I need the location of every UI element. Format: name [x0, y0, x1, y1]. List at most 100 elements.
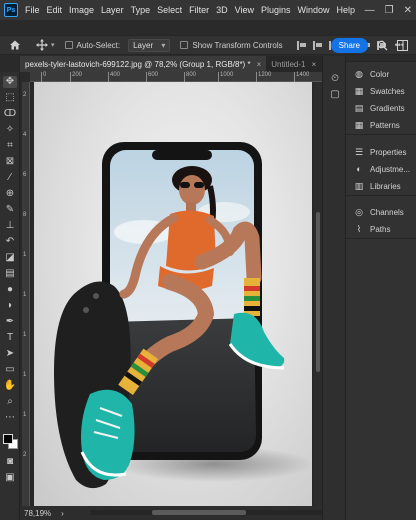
- eraser-tool-icon[interactable]: ◪: [3, 252, 17, 264]
- zoom-level[interactable]: 78,19%: [24, 509, 51, 518]
- maximize-button[interactable]: ❐: [385, 5, 394, 16]
- history-brush-tool-icon[interactable]: ↶: [3, 236, 17, 248]
- menu-image[interactable]: Image: [69, 5, 94, 15]
- menu-plugins[interactable]: Plugins: [261, 5, 291, 15]
- ruler-tick: 1: [23, 252, 27, 258]
- properties-icon: ☰: [354, 147, 364, 157]
- menu-type[interactable]: Type: [131, 5, 151, 15]
- auto-select-box[interactable]: [64, 41, 73, 49]
- auto-select-checkbox[interactable]: Auto-Select:: [64, 40, 121, 50]
- menu-3d[interactable]: 3D: [216, 5, 228, 15]
- minimize-button[interactable]: —: [365, 5, 375, 16]
- path-selection-tool-icon[interactable]: ➤: [3, 348, 17, 360]
- show-transform-label: Show Transform Controls: [192, 40, 283, 50]
- status-bar: 78,19% ›: [20, 506, 326, 520]
- rectangle-tool-icon[interactable]: ▭: [3, 364, 17, 376]
- menu-bar: Ps File Edit Image Layer Type Select Fil…: [0, 0, 416, 20]
- panel-gradients-label: Gradients: [370, 104, 405, 113]
- tab-document-main-label: pexels-tyler-lastovich-699122.jpg @ 78,2…: [25, 59, 251, 69]
- horizontal-scrollbar[interactable]: [90, 510, 326, 515]
- panel-grip[interactable]: [346, 56, 416, 62]
- foreground-color-swatch[interactable]: [3, 434, 13, 444]
- panel-channels-label: Channels: [370, 208, 404, 217]
- panel-swatches[interactable]: ▦ Swatches: [346, 83, 416, 100]
- search-icon[interactable]: [377, 40, 388, 51]
- type-tool-icon[interactable]: T: [3, 332, 17, 344]
- quick-mask-icon[interactable]: ◙: [3, 456, 17, 468]
- crop-tool-icon[interactable]: ⌗: [3, 140, 17, 152]
- close-icon[interactable]: ×: [311, 60, 316, 69]
- menu-window[interactable]: Window: [298, 5, 330, 15]
- chevron-down-icon[interactable]: ▾: [51, 41, 55, 49]
- ruler-tick: 1000: [217, 72, 234, 82]
- vertical-scrollbar[interactable]: [314, 82, 322, 506]
- frame-tool-icon[interactable]: ⊠: [3, 156, 17, 168]
- tools-panel: ✥ ⬚ ↀ ✧ ⌗ ⊠ ⁄ ⊕ ✎ ⊥ ↶ ◪ ▤ ● ◗ ✒ T ➤ ▭ ✋ …: [0, 72, 20, 520]
- screen-mode-icon[interactable]: ▣: [3, 472, 17, 484]
- ruler-tick: 8: [23, 212, 27, 218]
- ruler-tick: 1200: [255, 72, 272, 82]
- pen-tool-icon[interactable]: ✒: [3, 316, 17, 328]
- horizontal-scroll-thumb[interactable]: [152, 510, 246, 515]
- clone-stamp-tool-icon[interactable]: ⊥: [3, 220, 17, 232]
- comments-panel-icon[interactable]: ▢: [329, 90, 341, 100]
- panel-paths[interactable]: ⌇ Paths: [346, 221, 416, 238]
- eyedropper-tool-icon[interactable]: ⁄: [3, 172, 17, 184]
- menu-select[interactable]: Select: [157, 5, 182, 15]
- collapsed-panel-column: ⏲ ▢: [322, 56, 346, 520]
- share-button[interactable]: Share: [330, 38, 368, 53]
- canvas-area[interactable]: [30, 82, 314, 506]
- move-tool-icon[interactable]: ✥: [3, 76, 17, 88]
- workspace-icon[interactable]: [397, 40, 408, 51]
- ruler-tick: 600: [145, 72, 159, 82]
- panel-patterns[interactable]: ▦ Patterns: [346, 117, 416, 134]
- panel-group-color: ◍ Color ▦ Swatches ▤ Gradients ▦ Pattern…: [346, 66, 416, 135]
- menu-file[interactable]: File: [25, 5, 40, 15]
- panel-adjustments[interactable]: ◐ Adjustme...: [346, 161, 416, 178]
- auto-select-label: Auto-Select:: [76, 40, 121, 50]
- window-controls: — ❐ ✕: [365, 0, 412, 20]
- panel-color[interactable]: ◍ Color: [346, 66, 416, 83]
- history-panel-icon[interactable]: ⏲: [329, 74, 341, 84]
- gradient-tool-icon[interactable]: ▤: [3, 268, 17, 280]
- ruler-tick: 1: [23, 372, 27, 378]
- menu-help[interactable]: Help: [337, 5, 356, 15]
- move-icon[interactable]: [35, 38, 49, 52]
- tab-untitled[interactable]: Untitled-1 ×: [266, 56, 321, 72]
- blur-tool-icon[interactable]: ●: [3, 284, 17, 296]
- panel-libraries[interactable]: ▥ Libraries: [346, 178, 416, 195]
- status-nav-arrow[interactable]: ›: [61, 509, 64, 518]
- document-canvas[interactable]: [34, 82, 312, 506]
- brush-tool-icon[interactable]: ✎: [3, 204, 17, 216]
- panel-properties[interactable]: ☰ Properties: [346, 144, 416, 161]
- tab-document-main[interactable]: pexels-tyler-lastovich-699122.jpg @ 78,2…: [20, 56, 267, 72]
- menu-view[interactable]: View: [235, 5, 254, 15]
- align-center-icon[interactable]: [312, 40, 323, 50]
- panel-channels[interactable]: ◎ Channels: [346, 204, 416, 221]
- vertical-scroll-thumb[interactable]: [316, 212, 320, 372]
- marquee-tool-icon[interactable]: ⬚: [3, 92, 17, 104]
- hand-tool-icon[interactable]: ✋: [3, 380, 17, 392]
- ruler-tick: 1: [23, 412, 27, 418]
- home-icon[interactable]: [9, 39, 21, 51]
- close-button[interactable]: ✕: [404, 5, 412, 16]
- panel-gradients[interactable]: ▤ Gradients: [346, 100, 416, 117]
- patterns-icon: ▦: [354, 120, 364, 130]
- ruler-tick: 1: [23, 332, 27, 338]
- magic-wand-tool-icon[interactable]: ✧: [3, 124, 17, 136]
- color-icon: ◍: [355, 69, 363, 79]
- menu-filter[interactable]: Filter: [189, 5, 209, 15]
- menu-edit[interactable]: Edit: [47, 5, 63, 15]
- auto-select-target-dropdown[interactable]: Layer ▾: [128, 38, 171, 52]
- more-tools-icon[interactable]: ⋯: [3, 412, 17, 424]
- dodge-tool-icon[interactable]: ◗: [3, 300, 17, 312]
- show-transform-box[interactable]: [180, 41, 189, 49]
- horizontal-ruler: 0 200 400 600 800 1000 1200 1400: [30, 72, 322, 82]
- close-icon[interactable]: ×: [257, 60, 262, 69]
- menu-layer[interactable]: Layer: [101, 5, 124, 15]
- align-left-icon[interactable]: [296, 40, 307, 50]
- healing-brush-tool-icon[interactable]: ⊕: [3, 188, 17, 200]
- lasso-tool-icon[interactable]: ↀ: [3, 108, 17, 120]
- show-transform-checkbox[interactable]: Show Transform Controls: [180, 40, 283, 50]
- zoom-tool-icon[interactable]: ⌕: [3, 396, 17, 408]
